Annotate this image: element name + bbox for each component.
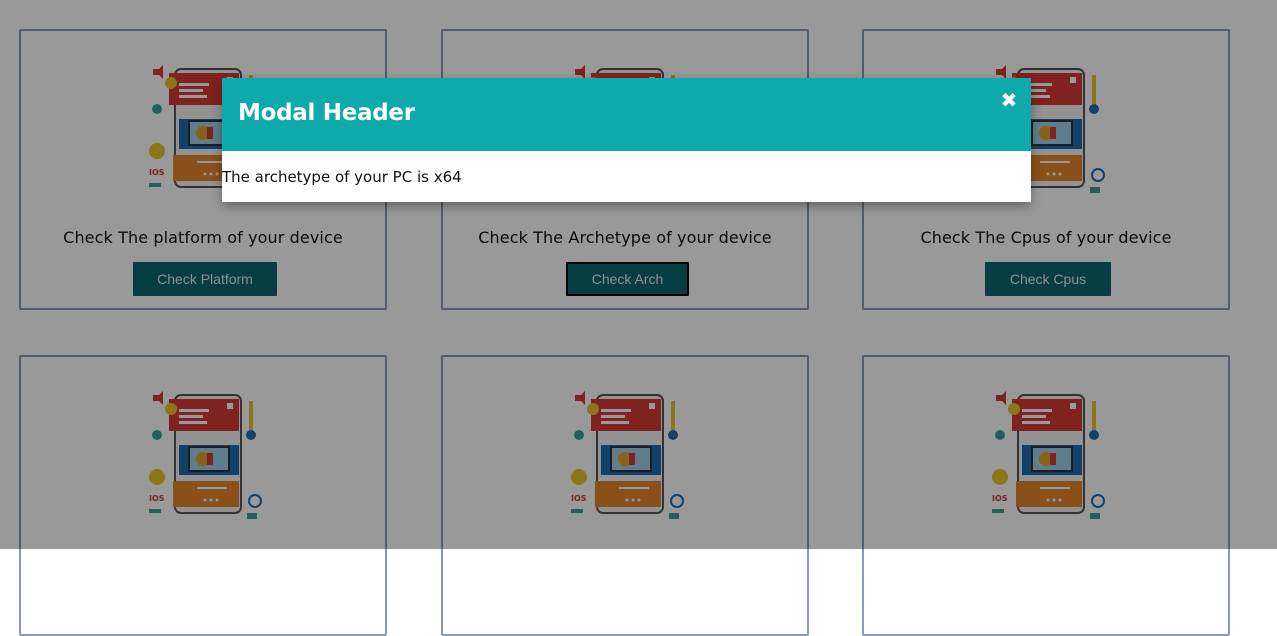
- modal-body-text: The archetype of your PC is x64: [222, 168, 462, 186]
- modal-title: Modal Header: [238, 100, 415, 126]
- modal-dialog: Modal Header ✖ The archetype of your PC …: [222, 78, 1031, 202]
- modal-header: Modal Header ✖: [222, 78, 1031, 151]
- close-icon[interactable]: ✖: [998, 89, 1020, 111]
